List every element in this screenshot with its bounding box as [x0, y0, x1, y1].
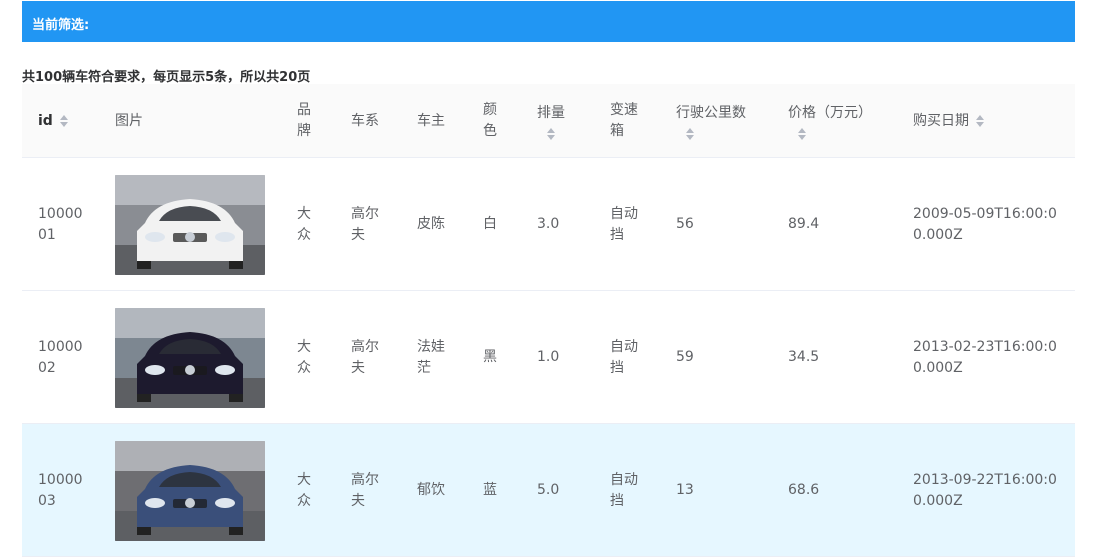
- sort-icon[interactable]: [547, 127, 555, 140]
- cell-id: 1000001: [38, 205, 83, 243]
- cell-brand: 大众: [297, 205, 311, 243]
- column-owner: 车主: [417, 112, 445, 129]
- table-row[interactable]: 1000002 大众 高尔夫 法娃茫 黑 1.0 自动挡 59 34.5 2013-02-23T1…: [22, 291, 1075, 424]
- cell-color: 黑: [483, 349, 497, 365]
- cell-color: 蓝: [483, 482, 497, 498]
- cell-image: [115, 291, 275, 424]
- sort-icon[interactable]: [686, 127, 694, 140]
- table-row[interactable]: 1000001 大众 高尔夫 皮陈 白 3.0 自动挡 56 89.4 2009-05-09T16…: [22, 158, 1075, 291]
- cell-purchase-date: 2013-09-22T16:00:00.000Z: [913, 471, 1057, 509]
- cell-id: 1000002: [38, 338, 83, 376]
- cell-transmission: 自动挡: [610, 338, 638, 376]
- column-displacement[interactable]: 排量: [537, 84, 582, 158]
- cell-mileage: 13: [676, 482, 694, 498]
- cell-owner: 法娃茫: [417, 338, 445, 376]
- result-summary: 共100辆车符合要求，每页显示5条，所以共20页: [22, 70, 311, 85]
- cell-color: 白: [483, 216, 497, 232]
- cell-mileage: 56: [676, 216, 694, 232]
- column-id[interactable]: id: [38, 84, 84, 158]
- table-body: 1000001 大众 高尔夫 皮陈白 3.0 自动挡 56 89.4 2009-05-09T16…: [22, 158, 1075, 557]
- cell-purchase-date: 2013-02-23T16:00:00.000Z: [913, 338, 1057, 376]
- cell-transmission: 自动挡: [610, 471, 638, 509]
- current-filter-bar: 当前筛选:: [22, 1, 1075, 42]
- column-series: 车系: [351, 112, 379, 129]
- cell-price: 34.5: [788, 349, 820, 365]
- cell-brand: 大众: [297, 338, 311, 376]
- cell-owner: 郁饮: [417, 482, 445, 498]
- cell-owner: 皮陈: [417, 216, 445, 232]
- column-brand: 品牌: [297, 102, 311, 139]
- car-table: id 图片 品牌 车系 车主 颜色 排量 变速箱 行驶公里数 价格（万元） 购买…: [22, 84, 1075, 557]
- cell-series: 高尔夫: [351, 205, 379, 243]
- cell-displacement: 5.0: [537, 482, 560, 498]
- column-mileage[interactable]: 行驶公里数: [676, 84, 766, 158]
- sort-icon[interactable]: [798, 127, 806, 140]
- cell-image: [115, 424, 275, 557]
- column-purchase-date[interactable]: 购买日期: [913, 84, 1063, 158]
- car-photo[interactable]: [115, 440, 265, 541]
- cell-id: 1000003: [38, 471, 83, 509]
- cell-transmission: 自动挡: [610, 205, 638, 243]
- cell-brand: 大众: [297, 471, 311, 509]
- car-photo[interactable]: [115, 174, 265, 275]
- sort-icon[interactable]: [976, 115, 984, 127]
- column-image: 图片: [115, 112, 143, 129]
- cell-displacement: 3.0: [537, 216, 560, 232]
- cell-purchase-date: 2009-05-09T16:00:00.000Z: [913, 205, 1057, 243]
- column-price[interactable]: 价格（万元）: [788, 84, 888, 158]
- cell-series: 高尔夫: [351, 338, 379, 376]
- current-filter-label: 当前筛选:: [32, 18, 90, 33]
- car-photo[interactable]: [115, 307, 265, 408]
- cell-price: 89.4: [788, 216, 820, 232]
- cell-mileage: 59: [676, 349, 694, 365]
- table-header: id 图片 品牌 车系 车主 颜色 排量 变速箱 行驶公里数 价格（万元） 购买…: [22, 84, 1075, 158]
- cell-displacement: 1.0: [537, 349, 560, 365]
- table-row[interactable]: 1000003 大众 高尔夫 郁饮 蓝 5.0 自动挡 13 68.6 2013-09-22T16…: [22, 424, 1075, 557]
- column-transmission: 变速箱: [610, 102, 638, 139]
- column-color: 颜色: [483, 102, 497, 139]
- cell-image: [115, 158, 275, 291]
- cell-series: 高尔夫: [351, 471, 379, 509]
- cell-price: 68.6: [788, 482, 820, 498]
- sort-icon[interactable]: [59, 115, 68, 127]
